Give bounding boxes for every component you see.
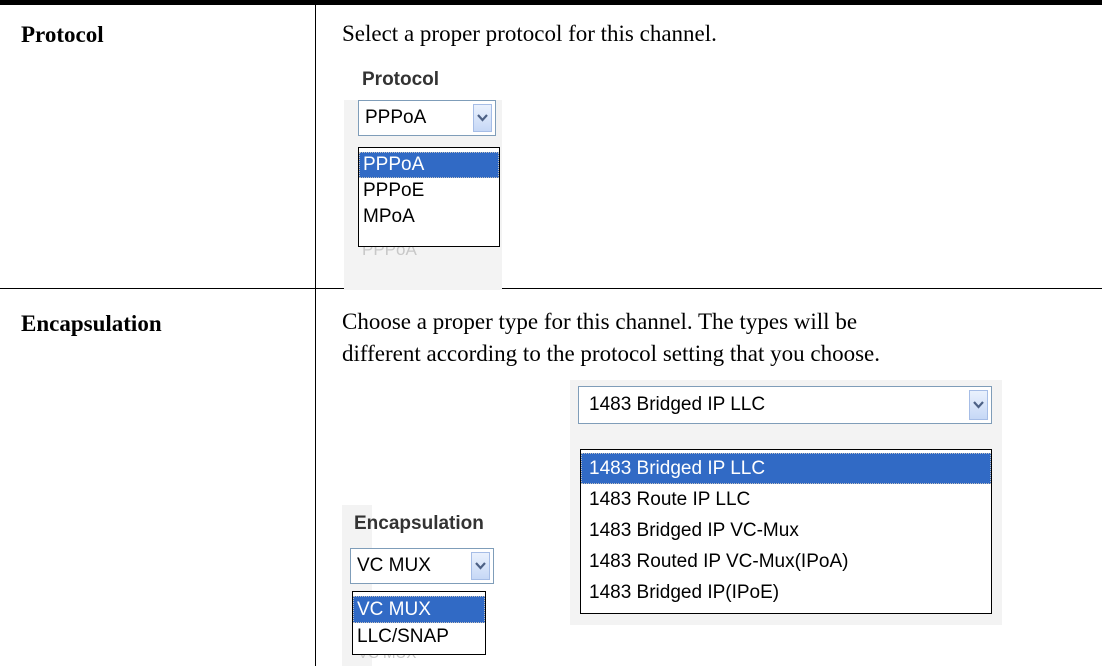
encap-type-option[interactable]: 1483 Routed IP VC-Mux(IPoA): [581, 546, 991, 577]
term-encapsulation: Encapsulation: [21, 311, 162, 336]
protocol-option-pppoe[interactable]: PPPoE: [359, 178, 499, 204]
encap-type-option[interactable]: 1483 Bridged IP VC-Mux: [581, 515, 991, 546]
encap-type-option[interactable]: 1483 Bridged IP LLC: [581, 453, 991, 484]
protocol-select[interactable]: PPPoA: [358, 100, 496, 136]
protocol-ui-label: Protocol: [362, 69, 440, 90]
encap-ui-label: Encapsulation: [354, 513, 484, 534]
encap-type-select-value: 1483 Bridged IP LLC: [589, 394, 766, 415]
encap-select[interactable]: VC MUX: [350, 548, 494, 584]
row-divider: [0, 288, 1102, 289]
column-divider: [315, 0, 316, 666]
desc-encapsulation-line-2: different according to the protocol sett…: [342, 341, 881, 366]
desc-protocol: Select a proper protocol for this channe…: [342, 21, 717, 46]
encap-type-option[interactable]: 1483 Bridged IP(IPoE): [581, 577, 991, 608]
encap-dropdown-list[interactable]: VC MUX LLC/SNAP: [352, 591, 486, 655]
definition-table: Protocol Select a proper protocol for th…: [0, 0, 1102, 666]
protocol-option-pppoa[interactable]: PPPoA: [359, 152, 499, 178]
desc-encapsulation: Choose a proper type for this channel. T…: [342, 306, 880, 370]
desc-encapsulation-line-1: Choose a proper type for this channel. T…: [342, 309, 858, 334]
chevron-down-icon[interactable]: [471, 552, 490, 580]
encap-type-select[interactable]: 1483 Bridged IP LLC: [578, 386, 992, 424]
encap-option-llc-snap[interactable]: LLC/SNAP: [353, 623, 485, 650]
encap-select-value: VC MUX: [357, 555, 431, 576]
encap-type-option[interactable]: 1483 Route IP LLC: [581, 484, 991, 515]
table-top-rule: [0, 0, 1102, 5]
protocol-select-value: PPPoA: [365, 107, 427, 128]
protocol-dropdown-list[interactable]: PPPoA PPPoE MPoA: [358, 147, 500, 247]
chevron-down-icon[interactable]: [969, 390, 988, 420]
encap-type-dropdown-list[interactable]: 1483 Bridged IP LLC 1483 Route IP LLC 14…: [580, 449, 992, 614]
chevron-down-icon[interactable]: [473, 104, 492, 132]
term-protocol: Protocol: [21, 22, 104, 47]
encap-option-vc-mux[interactable]: VC MUX: [353, 596, 485, 623]
protocol-option-mpoa[interactable]: MPoA: [359, 204, 499, 230]
